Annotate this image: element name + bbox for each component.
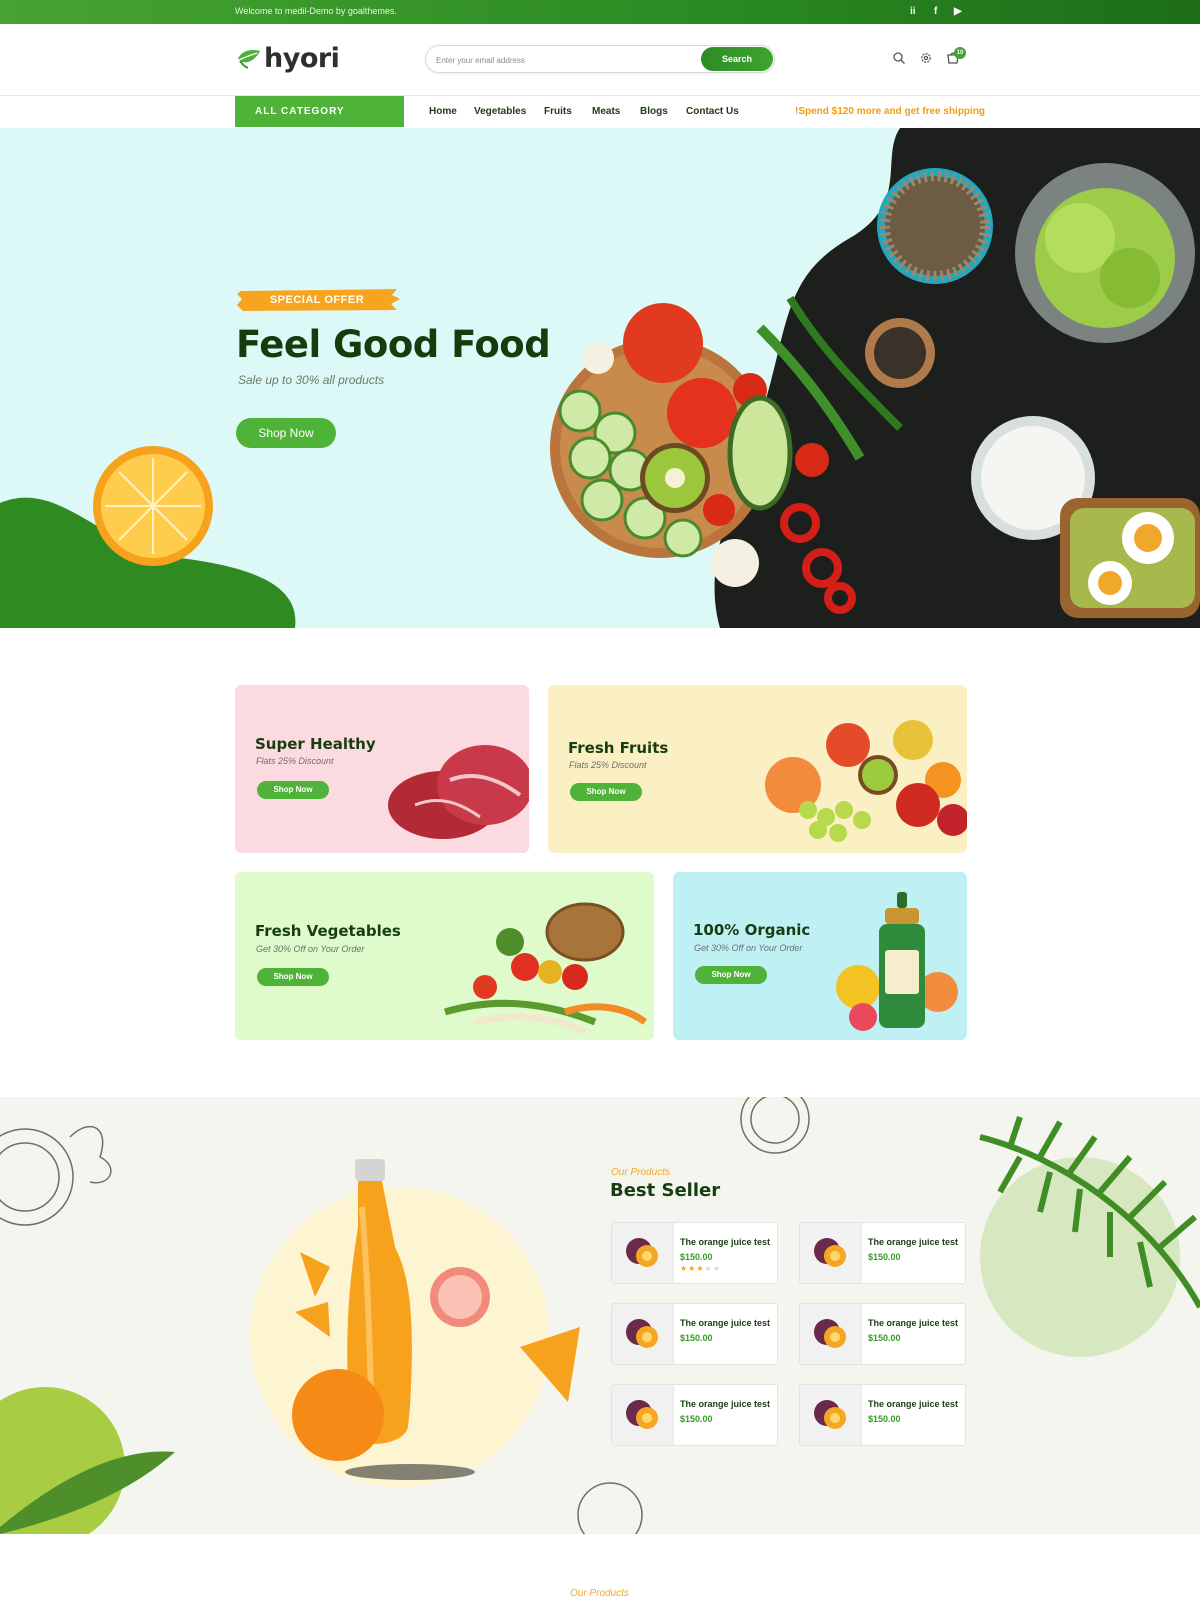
hero-subtitle: Sale up to 30% all products (238, 373, 385, 387)
welcome-text: Welcome to medil-Demo by goalthemes. (235, 6, 397, 16)
site-logo[interactable]: hyori (236, 41, 340, 75)
hero-banner: SPECIAL OFFER Feel Good Food Sale up to … (0, 128, 1200, 628)
best-seller-title: Best Seller (610, 1180, 721, 1201)
gear-icon[interactable] (919, 51, 933, 65)
nav-item-blogs[interactable]: Blogs (640, 106, 668, 117)
special-offer-badge: SPECIAL OFFER (237, 287, 402, 313)
product-price: $150.00 (868, 1252, 901, 1262)
organic-juice-bottle-image (836, 892, 958, 1031)
banner-shop-now-button[interactable]: Shop Now (570, 783, 642, 801)
nav-item-home[interactable]: Home (429, 106, 457, 117)
product-price: $150.00 (868, 1333, 901, 1343)
search-button[interactable]: Search (701, 47, 773, 71)
banner-subtitle: Get 30% Off on Your Order (256, 944, 365, 954)
product-name[interactable]: The orange juice test (868, 1237, 958, 1247)
vegetables-basket-image (443, 902, 648, 1036)
banner-title: Fresh Vegetables (255, 922, 401, 940)
product-price: $150.00 (680, 1414, 713, 1424)
banner-subtitle: Flats 25% Discount (256, 756, 334, 766)
product-name[interactable]: The orange juice test (868, 1318, 958, 1328)
free-shipping-notice: !Spend $120 more and get free shipping (795, 106, 986, 117)
search-icon[interactable] (892, 51, 906, 65)
logo-text: hyori (264, 42, 340, 74)
product-price: $150.00 (680, 1252, 713, 1262)
nav-item-fruits[interactable]: Fruits (544, 106, 572, 117)
product-price: $150.00 (868, 1414, 901, 1424)
instagram-icon[interactable]: ii (910, 6, 916, 17)
leaf-icon (238, 49, 260, 69)
product-thumbnail (800, 1304, 862, 1364)
nav-item-meats[interactable]: Meats (592, 106, 620, 117)
best-seller-decor (0, 1097, 1200, 1534)
product-card[interactable]: The orange juice test $150.00 (611, 1303, 778, 1365)
product-card[interactable]: The orange juice test $150.00 (799, 1303, 966, 1365)
facebook-icon[interactable]: f (934, 6, 937, 17)
hero-background-art (0, 128, 1200, 628)
all-category-button[interactable]: ALL CATEGORY (235, 96, 404, 127)
meat-image (388, 745, 529, 839)
banner-shop-now-button[interactable]: Shop Now (695, 966, 767, 984)
hero-title: Feel Good Food (236, 323, 551, 366)
best-seller-section (0, 1097, 1200, 1534)
product-price: $150.00 (680, 1333, 713, 1343)
banner-title: 100% Organic (693, 921, 811, 939)
product-name[interactable]: The orange juice test (680, 1399, 770, 1409)
nav-item-vegetables[interactable]: Vegetables (474, 106, 526, 117)
cart-count-badge: 10 (954, 47, 966, 59)
product-thumbnail (800, 1385, 862, 1445)
product-card[interactable]: The orange juice test $150.00 (799, 1384, 966, 1446)
product-card[interactable]: The orange juice test $150.00 ★★★★★ (611, 1222, 778, 1284)
product-rating-stars: ★★★★★ (680, 1264, 721, 1273)
product-card[interactable]: The orange juice test $150.00 (611, 1384, 778, 1446)
banner-fresh-fruits[interactable]: Fresh Fruits Flats 25% Discount Shop Now (548, 685, 967, 853)
nav-item-contact[interactable]: Contact Us (686, 106, 739, 117)
banner-title: Super Healthy (255, 735, 376, 753)
product-card[interactable]: The orange juice test $150.00 (799, 1222, 966, 1284)
email-input[interactable] (436, 52, 686, 68)
site-header: hyori Search 10 (0, 24, 1200, 96)
newsletter-search-bar: Search (425, 45, 775, 73)
banner-subtitle: Flats 25% Discount (569, 760, 647, 770)
product-thumbnail (612, 1385, 674, 1445)
product-thumbnail (800, 1223, 862, 1283)
banner-title: Fresh Fruits (568, 739, 669, 757)
youtube-icon[interactable]: ▶ (954, 6, 962, 17)
product-name[interactable]: The orange juice test (680, 1318, 770, 1328)
best-seller-eyebrow: Our Products (611, 1167, 670, 1178)
banner-shop-now-button[interactable]: Shop Now (257, 781, 329, 799)
main-nav: ALL CATEGORY Home Vegetables Fruits Meat… (0, 96, 1200, 128)
product-name[interactable]: The orange juice test (868, 1399, 958, 1409)
next-section-eyebrow: Our Products (570, 1588, 629, 1599)
hero-shop-now-button[interactable]: Shop Now (236, 418, 336, 448)
banner-shop-now-button[interactable]: Shop Now (257, 968, 329, 986)
product-name[interactable]: The orange juice test (680, 1237, 770, 1247)
banner-subtitle: Get 30% Off on Your Order (694, 943, 803, 953)
top-bar: Welcome to medil-Demo by goalthemes. ii … (0, 0, 1200, 24)
product-thumbnail (612, 1304, 674, 1364)
banner-fresh-vegetables[interactable]: Fresh Vegetables Get 30% Off on Your Ord… (235, 872, 654, 1040)
banner-super-healthy[interactable]: Super Healthy Flats 25% Discount Shop No… (235, 685, 529, 853)
product-thumbnail (612, 1223, 674, 1283)
banner-organic[interactable]: 100% Organic Get 30% Off on Your Order S… (673, 872, 967, 1040)
special-offer-label: SPECIAL OFFER (269, 294, 365, 306)
